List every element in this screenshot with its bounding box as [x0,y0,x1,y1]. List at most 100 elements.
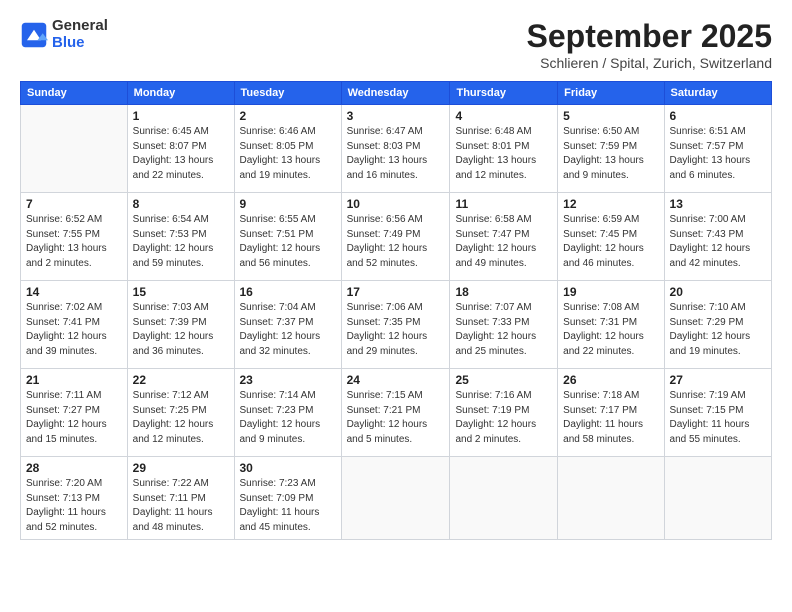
day-info: Sunrise: 7:22 AM Sunset: 7:11 PM Dayligh… [133,477,229,535]
day-number: 1 [133,109,229,123]
day-info: Sunrise: 6:47 AM Sunset: 8:03 PM Dayligh… [347,125,445,183]
calendar-day-cell: 1 Sunrise: 6:45 AM Sunset: 8:07 PM Daylig… [127,105,234,193]
calendar-day-cell: 4 Sunrise: 6:48 AM Sunset: 8:01 PM Daylig… [450,105,558,193]
day-number: 15 [133,285,229,299]
day-number: 8 [133,197,229,211]
day-number: 18 [455,285,552,299]
calendar-day-cell: 9 Sunrise: 6:55 AM Sunset: 7:51 PM Daylig… [234,193,341,281]
calendar-day-cell: 10 Sunrise: 6:56 AM Sunset: 7:49 PM Dayli… [341,193,450,281]
day-number: 14 [26,285,122,299]
day-number: 26 [563,373,658,387]
day-number: 7 [26,197,122,211]
day-info: Sunrise: 7:07 AM Sunset: 7:33 PM Dayligh… [455,301,552,359]
calendar-week-row: 21 Sunrise: 7:11 AM Sunset: 7:27 PM Dayli… [21,369,772,457]
calendar-day-cell [664,457,771,540]
day-number: 29 [133,461,229,475]
page-header: General Blue September 2025 Schlieren / … [20,18,772,71]
day-number: 21 [26,373,122,387]
day-info: Sunrise: 6:45 AM Sunset: 8:07 PM Dayligh… [133,125,229,183]
day-number: 9 [240,197,336,211]
day-info: Sunrise: 7:12 AM Sunset: 7:25 PM Dayligh… [133,389,229,447]
day-info: Sunrise: 6:54 AM Sunset: 7:53 PM Dayligh… [133,213,229,271]
calendar-day-cell: 15 Sunrise: 7:03 AM Sunset: 7:39 PM Dayli… [127,281,234,369]
logo: General Blue [20,18,108,51]
day-info: Sunrise: 7:23 AM Sunset: 7:09 PM Dayligh… [240,477,336,535]
calendar-week-row: 28 Sunrise: 7:20 AM Sunset: 7:13 PM Dayli… [21,457,772,540]
day-info: Sunrise: 7:10 AM Sunset: 7:29 PM Dayligh… [670,301,766,359]
calendar-week-row: 1 Sunrise: 6:45 AM Sunset: 8:07 PM Daylig… [21,105,772,193]
calendar-day-cell: 16Sunrise: 7:04 AM Sunset: 7:37 PM Dayli… [234,281,341,369]
day-info: Sunrise: 7:16 AM Sunset: 7:19 PM Dayligh… [455,389,552,447]
day-number: 27 [670,373,766,387]
day-number: 13 [670,197,766,211]
calendar-day-cell: 2Sunrise: 6:46 AM Sunset: 8:05 PM Daylig… [234,105,341,193]
calendar-header-friday: Friday [558,82,664,105]
calendar-day-cell: 19Sunrise: 7:08 AM Sunset: 7:31 PM Dayli… [558,281,664,369]
calendar-day-cell: 27 Sunrise: 7:19 AM Sunset: 7:15 PM Dayli… [664,369,771,457]
title-block: September 2025 Schlieren / Spital, Zuric… [527,18,772,71]
calendar-week-row: 7 Sunrise: 6:52 AM Sunset: 7:55 PM Daylig… [21,193,772,281]
calendar-header-sunday: Sunday [21,82,128,105]
day-number: 17 [347,285,445,299]
day-info: Sunrise: 6:59 AM Sunset: 7:45 PM Dayligh… [563,213,658,271]
calendar-header-thursday: Thursday [450,82,558,105]
calendar-day-cell: 8 Sunrise: 6:54 AM Sunset: 7:53 PM Daylig… [127,193,234,281]
calendar-day-cell: 5Sunrise: 6:50 AM Sunset: 7:59 PM Daylig… [558,105,664,193]
calendar-day-cell: 7 Sunrise: 6:52 AM Sunset: 7:55 PM Daylig… [21,193,128,281]
day-number: 30 [240,461,336,475]
calendar-day-cell: 11 Sunrise: 6:58 AM Sunset: 7:47 PM Dayli… [450,193,558,281]
day-number: 12 [563,197,658,211]
day-number: 4 [455,109,552,123]
calendar-header-saturday: Saturday [664,82,771,105]
day-number: 10 [347,197,445,211]
day-info: Sunrise: 7:02 AM Sunset: 7:41 PM Dayligh… [26,301,122,359]
calendar-day-cell: 28 Sunrise: 7:20 AM Sunset: 7:13 PM Dayli… [21,457,128,540]
day-info: Sunrise: 6:55 AM Sunset: 7:51 PM Dayligh… [240,213,336,271]
calendar-day-cell: 29 Sunrise: 7:22 AM Sunset: 7:11 PM Dayli… [127,457,234,540]
day-number: 22 [133,373,229,387]
day-info: Sunrise: 7:11 AM Sunset: 7:27 PM Dayligh… [26,389,122,447]
day-info: Sunrise: 7:20 AM Sunset: 7:13 PM Dayligh… [26,477,122,535]
day-number: 5 [563,109,658,123]
day-info: Sunrise: 7:06 AM Sunset: 7:35 PM Dayligh… [347,301,445,359]
day-info: Sunrise: 6:52 AM Sunset: 7:55 PM Dayligh… [26,213,122,271]
location: Schlieren / Spital, Zurich, Switzerland [527,55,772,71]
day-info: Sunrise: 6:48 AM Sunset: 8:01 PM Dayligh… [455,125,552,183]
day-info: Sunrise: 7:14 AM Sunset: 7:23 PM Dayligh… [240,389,336,447]
day-number: 28 [26,461,122,475]
day-number: 11 [455,197,552,211]
calendar-day-cell: 20Sunrise: 7:10 AM Sunset: 7:29 PM Dayli… [664,281,771,369]
day-number: 6 [670,109,766,123]
calendar-day-cell: 30 Sunrise: 7:23 AM Sunset: 7:09 PM Dayli… [234,457,341,540]
logo-icon [20,21,48,49]
calendar-day-cell [21,105,128,193]
day-info: Sunrise: 6:46 AM Sunset: 8:05 PM Dayligh… [240,125,336,183]
calendar-day-cell: 26 Sunrise: 7:18 AM Sunset: 7:17 PM Dayli… [558,369,664,457]
calendar-day-cell [558,457,664,540]
day-info: Sunrise: 6:58 AM Sunset: 7:47 PM Dayligh… [455,213,552,271]
calendar-header-wednesday: Wednesday [341,82,450,105]
calendar-day-cell: 6 Sunrise: 6:51 AM Sunset: 7:57 PM Daylig… [664,105,771,193]
day-info: Sunrise: 7:19 AM Sunset: 7:15 PM Dayligh… [670,389,766,447]
calendar-table: SundayMondayTuesdayWednesdayThursdayFrid… [20,81,772,540]
day-info: Sunrise: 7:00 AM Sunset: 7:43 PM Dayligh… [670,213,766,271]
calendar-day-cell: 23Sunrise: 7:14 AM Sunset: 7:23 PM Dayli… [234,369,341,457]
logo-blue-text: Blue [52,34,85,51]
logo-general-text: General [52,17,108,34]
calendar-day-cell: 18 Sunrise: 7:07 AM Sunset: 7:33 PM Dayli… [450,281,558,369]
day-number: 3 [347,109,445,123]
calendar-day-cell: 21 Sunrise: 7:11 AM Sunset: 7:27 PM Dayli… [21,369,128,457]
calendar-day-cell: 12 Sunrise: 6:59 AM Sunset: 7:45 PM Dayli… [558,193,664,281]
calendar-day-cell: 25Sunrise: 7:16 AM Sunset: 7:19 PM Dayli… [450,369,558,457]
day-info: Sunrise: 6:51 AM Sunset: 7:57 PM Dayligh… [670,125,766,183]
calendar-day-cell: 22 Sunrise: 7:12 AM Sunset: 7:25 PM Dayli… [127,369,234,457]
calendar-header-tuesday: Tuesday [234,82,341,105]
day-info: Sunrise: 7:08 AM Sunset: 7:31 PM Dayligh… [563,301,658,359]
day-number: 24 [347,373,445,387]
day-info: Sunrise: 7:03 AM Sunset: 7:39 PM Dayligh… [133,301,229,359]
day-info: Sunrise: 7:04 AM Sunset: 7:37 PM Dayligh… [240,301,336,359]
calendar-header-monday: Monday [127,82,234,105]
day-info: Sunrise: 6:56 AM Sunset: 7:49 PM Dayligh… [347,213,445,271]
calendar-day-cell [450,457,558,540]
day-info: Sunrise: 7:18 AM Sunset: 7:17 PM Dayligh… [563,389,658,447]
